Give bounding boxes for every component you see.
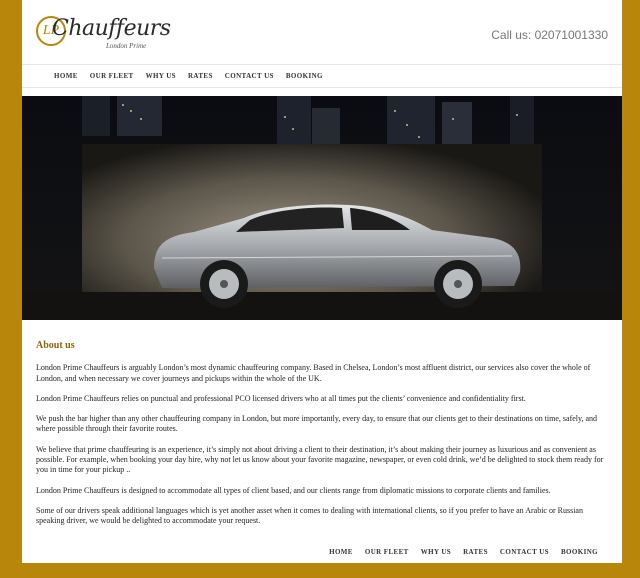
nav-rates[interactable]: RATES (188, 72, 213, 80)
logo-subtitle: London Prime (106, 42, 147, 50)
footer-nav-contact-us[interactable]: CONTACT US (500, 548, 549, 556)
nav-why-us[interactable]: WHY US (146, 72, 176, 80)
phone-number: Call us: 02071001330 (491, 28, 608, 42)
nav-booking[interactable]: BOOKING (286, 72, 323, 80)
hero-image (22, 96, 622, 320)
about-paragraph: London Prime Chauffeurs is arguably Lond… (36, 363, 591, 383)
footer-nav-rates[interactable]: RATES (463, 548, 488, 556)
logo-text: Chauffeurs (52, 16, 171, 41)
about-paragraph: London Prime Chauffeurs is designed to a… (36, 485, 551, 495)
main-nav: HOME OUR FLEET WHY US RATES CONTACT US B… (22, 64, 622, 88)
page-container: LP Chauffeurs London Prime Call us: 0207… (22, 0, 622, 563)
footer-nav-home[interactable]: HOME (329, 548, 353, 556)
about-paragraph: London Prime Chauffeurs relies on punctu… (36, 393, 526, 403)
nav-home[interactable]: HOME (54, 72, 78, 80)
about-paragraph: We believe that prime chauffeuring is an… (36, 444, 604, 475)
about-paragraph: Some of our drivers speak additional lan… (36, 505, 583, 526)
footer-nav-our-fleet[interactable]: OUR FLEET (365, 548, 409, 556)
nav-our-fleet[interactable]: OUR FLEET (90, 72, 134, 80)
site-logo[interactable]: LP Chauffeurs London Prime (36, 14, 171, 54)
footer-nav: HOME OUR FLEET WHY US RATES CONTACT US B… (329, 548, 598, 556)
nav-contact-us[interactable]: CONTACT US (225, 72, 274, 80)
footer-nav-why-us[interactable]: WHY US (421, 548, 451, 556)
footer-nav-booking[interactable]: BOOKING (561, 548, 598, 556)
about-section: About us London Prime Chauffeurs is argu… (36, 340, 606, 537)
about-paragraph: We push the bar higher than any other ch… (36, 414, 598, 434)
about-heading: About us (36, 340, 75, 351)
